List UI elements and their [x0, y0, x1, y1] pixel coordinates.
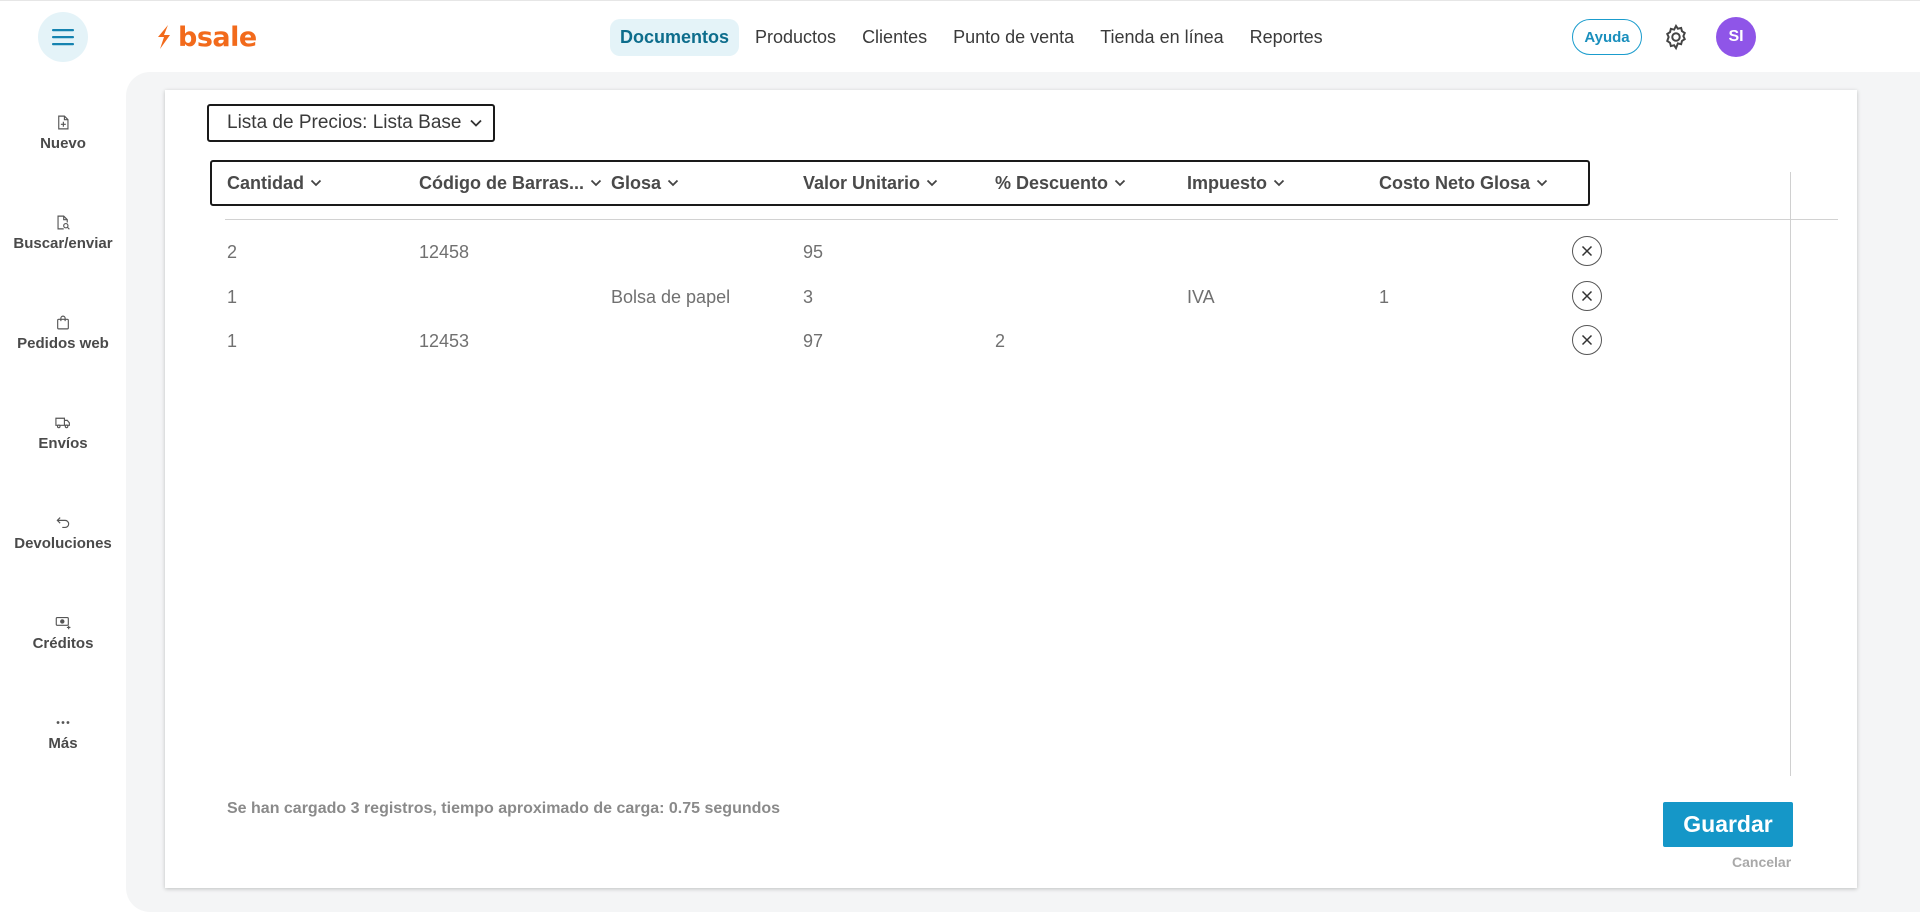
sidebar-item-creditos[interactable]: Créditos	[0, 572, 126, 652]
column-header-costo-neto-glosa[interactable]: Costo Neto Glosa	[1379, 162, 1548, 204]
remove-row-button[interactable]	[1572, 281, 1602, 311]
remove-row-button[interactable]	[1572, 325, 1602, 355]
sidebar-item-buscar-enviar[interactable]: Buscar/enviar	[0, 172, 126, 252]
column-header-descuento[interactable]: % Descuento	[995, 162, 1126, 204]
remove-row-button[interactable]	[1572, 236, 1602, 266]
cell-valor-unitario[interactable]: 3	[803, 287, 813, 308]
chevron-down-icon	[667, 179, 679, 187]
table-row: 1 Bolsa de papel 3 IVA 1	[165, 279, 1857, 315]
sidebar-item-label: Nuevo	[40, 135, 86, 152]
price-list-select[interactable]: Lista de Precios: Lista Base	[207, 104, 496, 142]
chevron-down-icon	[590, 179, 602, 187]
column-header-impuesto[interactable]: Impuesto	[1187, 162, 1285, 204]
save-button[interactable]: Guardar	[1663, 802, 1793, 847]
nav-clientes[interactable]: Clientes	[852, 19, 937, 56]
chevron-down-icon	[1536, 179, 1548, 187]
sidebar-item-pedidos-web[interactable]: Pedidos web	[0, 272, 126, 352]
truck-icon	[55, 417, 70, 429]
sidebar-item-label: Pedidos web	[17, 335, 109, 352]
close-icon	[1581, 245, 1593, 257]
cell-valor-unitario[interactable]: 95	[803, 242, 823, 263]
cell-codigo-barras[interactable]: 12453	[419, 331, 469, 352]
menu-button[interactable]	[38, 12, 88, 62]
price-list-label: Lista de Precios: Lista Base	[227, 112, 462, 133]
close-icon	[1581, 290, 1593, 302]
sidebar-item-label: Créditos	[32, 635, 94, 652]
close-icon	[1581, 334, 1593, 346]
file-plus-icon	[58, 115, 69, 130]
cell-descuento[interactable]: 2	[995, 331, 1005, 352]
bsale-logo[interactable]: bsale	[154, 21, 257, 53]
help-button[interactable]: Ayuda	[1572, 19, 1642, 55]
sidebar: Nuevo Buscar/enviar Pedidos web Envíos D…	[0, 72, 126, 912]
chevron-down-icon	[470, 119, 483, 127]
nav-tienda-en-linea[interactable]: Tienda en línea	[1090, 19, 1233, 56]
nav-productos[interactable]: Productos	[745, 19, 846, 56]
sidebar-item-mas[interactable]: Más	[0, 672, 126, 752]
file-search-icon	[57, 215, 70, 230]
load-status-text: Se han cargado 3 registros, tiempo aprox…	[227, 800, 781, 817]
chevron-down-icon	[1114, 179, 1126, 187]
cell-glosa[interactable]: Bolsa de papel	[611, 287, 730, 308]
more-dots-icon	[56, 721, 70, 724]
chevron-down-icon	[1273, 179, 1285, 187]
logo-text: bsale	[178, 21, 257, 53]
money-plus-icon	[55, 616, 71, 630]
cell-cantidad[interactable]: 1	[227, 287, 237, 308]
sidebar-item-label: Devoluciones	[14, 535, 112, 552]
cell-cantidad[interactable]: 1	[227, 331, 237, 352]
sidebar-item-label: Buscar/enviar	[13, 235, 113, 252]
table-header: Cantidad Código de Barras... Glosa Valor…	[210, 160, 1590, 206]
bsale-logo-icon	[158, 25, 170, 49]
cell-impuesto[interactable]: IVA	[1187, 287, 1215, 308]
chevron-down-icon	[310, 179, 322, 187]
sidebar-item-envios[interactable]: Envíos	[0, 372, 126, 452]
sidebar-item-label: Envíos	[38, 435, 88, 452]
main-nav: Documentos Productos Clientes Punto de v…	[610, 17, 1339, 57]
sidebar-item-devoluciones[interactable]: Devoluciones	[0, 472, 126, 552]
avatar[interactable]: SI	[1716, 17, 1756, 57]
nav-documentos[interactable]: Documentos	[610, 18, 740, 56]
column-header-valor-unitario[interactable]: Valor Unitario	[803, 162, 938, 204]
header-divider	[225, 219, 1838, 220]
cancel-link[interactable]: Cancelar	[1732, 854, 1791, 870]
return-arrow-icon	[56, 517, 70, 529]
table-row: 2 12458 95	[165, 234, 1857, 270]
sidebar-item-label: Más	[48, 735, 78, 752]
column-header-cantidad[interactable]: Cantidad	[227, 162, 322, 204]
cell-codigo-barras[interactable]: 12458	[419, 242, 469, 263]
nav-reportes[interactable]: Reportes	[1240, 19, 1333, 56]
table-row: 1 12453 97 2	[165, 323, 1857, 359]
sidebar-item-nuevo[interactable]: Nuevo	[0, 72, 126, 152]
column-header-glosa[interactable]: Glosa	[611, 162, 679, 204]
column-header-codigo-barras[interactable]: Código de Barras...	[419, 162, 602, 204]
cell-cantidad[interactable]: 2	[227, 242, 237, 263]
hamburger-icon	[52, 29, 74, 46]
document-card: Lista de Precios: Lista Base Cantidad Có…	[165, 90, 1857, 888]
gear-icon[interactable]	[1662, 23, 1690, 51]
shopping-bag-icon	[57, 315, 69, 330]
cell-valor-unitario[interactable]: 97	[803, 331, 823, 352]
chevron-down-icon	[926, 179, 938, 187]
nav-punto-de-venta[interactable]: Punto de venta	[943, 19, 1084, 56]
cell-costo-neto-glosa[interactable]: 1	[1379, 287, 1389, 308]
top-bar: bsale Documentos Productos Clientes Punt…	[0, 0, 1920, 72]
